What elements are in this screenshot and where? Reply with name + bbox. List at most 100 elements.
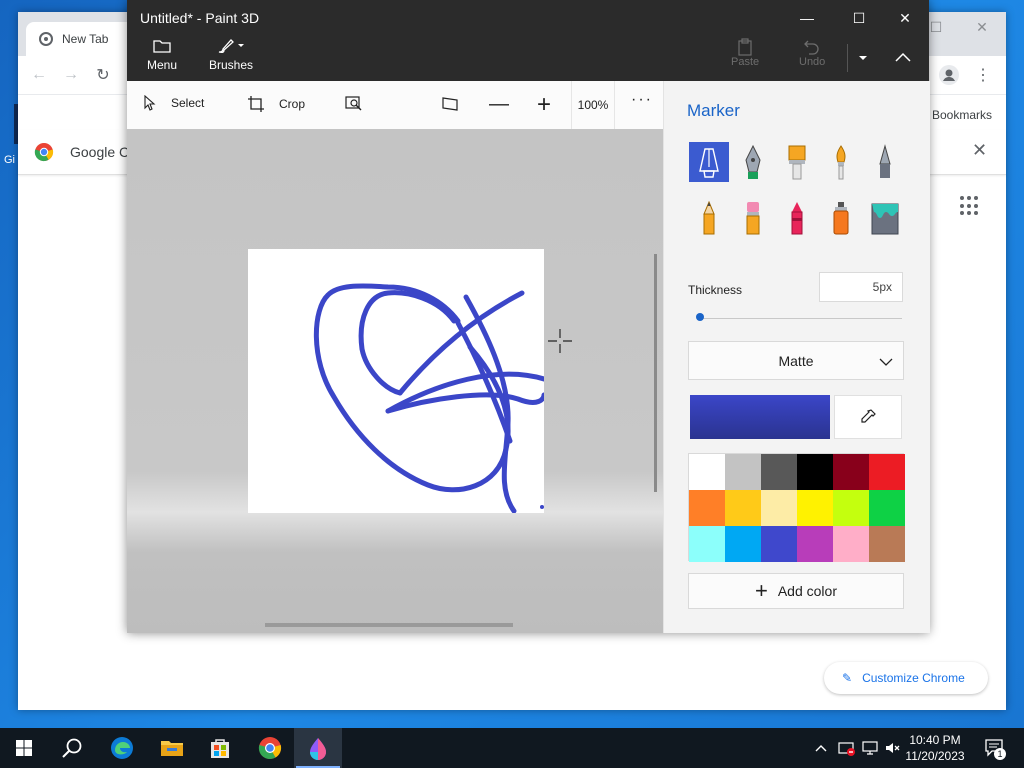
close-icon[interactable]: ✕ (883, 6, 927, 30)
thickness-slider-thumb[interactable] (696, 313, 704, 321)
fill-bucket-button[interactable] (865, 198, 905, 238)
zoom-out-icon[interactable]: — (489, 93, 509, 116)
view-3d-tool[interactable] (441, 95, 473, 113)
taskbar: 10:40 PM 11/20/2023 1 (0, 728, 1024, 768)
zoom-level[interactable]: 100% (571, 81, 615, 129)
brushes-button[interactable]: Brushes (209, 38, 253, 72)
chrome-close-icon[interactable]: ✕ (962, 14, 1002, 40)
thickness-slider-track[interactable] (700, 318, 902, 319)
thickness-label: Thickness (688, 283, 743, 297)
color-swatch[interactable] (797, 526, 833, 562)
crop-icon (248, 96, 264, 112)
customize-chrome-button[interactable]: ✎ Customize Chrome (824, 662, 988, 694)
show-hidden-icons[interactable] (814, 728, 828, 768)
color-swatch[interactable] (689, 454, 725, 490)
marker-strokes (313, 283, 547, 514)
marker-brush-icon (699, 148, 719, 178)
network-icon[interactable] (862, 728, 878, 768)
crop-tool[interactable]: Crop (247, 95, 305, 113)
paint3d-titlebar: Untitled* - Paint 3D — ☐ ✕ Menu Brushes … (127, 0, 929, 81)
finish-dropdown[interactable]: Matte (688, 341, 904, 380)
chrome-tab-favicon-icon (38, 31, 54, 47)
pixel-pen-button[interactable] (865, 142, 905, 182)
clock-date: 11/20/2023 (905, 749, 965, 763)
taskbar-paint3d[interactable] (294, 728, 342, 768)
minimize-icon[interactable]: — (785, 6, 829, 30)
color-swatch[interactable] (869, 454, 905, 490)
chrome-forward-icon[interactable]: → (60, 64, 82, 86)
more-options-icon[interactable]: ··· (631, 91, 653, 109)
oil-brush-button[interactable] (777, 142, 817, 182)
brushes-label: Brushes (209, 58, 254, 72)
menu-label: Menu (147, 58, 178, 72)
color-swatch[interactable] (797, 490, 833, 526)
workspace[interactable] (127, 129, 663, 633)
color-swatch[interactable] (833, 526, 869, 562)
chrome-menu-icon[interactable]: ⋮ (972, 64, 994, 86)
brush-side-panel: Marker Thickness 5px Matte + Add color (663, 81, 930, 633)
color-swatch[interactable] (869, 490, 905, 526)
watercolor-brush-button[interactable] (821, 142, 861, 182)
color-swatch[interactable] (869, 526, 905, 562)
desktop-shortcut-label: Gi (4, 154, 15, 166)
collapse-ribbon-icon[interactable] (893, 50, 913, 68)
search-button[interactable] (48, 728, 96, 768)
undo-button[interactable]: Undo (799, 38, 825, 68)
current-color-swatch[interactable] (690, 395, 830, 439)
vertical-scrollbar[interactable] (654, 254, 657, 492)
notification-center-button[interactable]: 1 (984, 728, 1006, 768)
color-swatch[interactable] (761, 526, 797, 562)
horizontal-scrollbar[interactable] (265, 623, 513, 627)
chrome-reload-icon[interactable]: ↻ (92, 64, 114, 86)
maximize-icon[interactable]: ☐ (837, 6, 881, 30)
chevron-down-icon (879, 354, 893, 370)
eraser-button[interactable] (733, 198, 773, 238)
zoom-in-icon[interactable]: + (537, 91, 551, 119)
crosshair-cursor-icon (546, 327, 574, 360)
history-dropdown-icon[interactable] (855, 50, 871, 68)
thickness-input[interactable]: 5px (819, 272, 903, 302)
taskbar-file-explorer[interactable] (148, 728, 196, 768)
pencil-icon: ✎ (842, 671, 853, 685)
select-tool[interactable]: Select (143, 95, 204, 111)
color-swatch[interactable] (833, 454, 869, 490)
google-apps-icon[interactable] (960, 196, 980, 216)
chrome-profile-icon[interactable] (938, 64, 960, 86)
marker-brush-button[interactable] (689, 142, 729, 182)
taskbar-chrome[interactable] (246, 728, 294, 768)
pencil-button[interactable] (689, 198, 729, 238)
color-swatch[interactable] (725, 490, 761, 526)
taskbar-edge[interactable] (98, 728, 146, 768)
tray-security-icon[interactable] (838, 728, 856, 768)
magic-select-tool[interactable] (345, 95, 377, 111)
eyedropper-button[interactable] (834, 395, 902, 439)
color-swatch[interactable] (689, 526, 725, 562)
chrome-notice-close-icon[interactable]: ✕ (972, 140, 987, 161)
paste-button[interactable]: Paste (731, 38, 759, 68)
all-bookmarks-link[interactable]: Bookmarks (932, 108, 992, 122)
calligraphy-pen-button[interactable] (733, 142, 773, 182)
color-swatch[interactable] (761, 490, 797, 526)
folder-icon (153, 40, 171, 53)
color-swatch[interactable] (725, 526, 761, 562)
drawing-canvas[interactable] (248, 249, 547, 514)
spray-can-button[interactable] (821, 198, 861, 238)
fill-bucket-icon (871, 203, 899, 235)
calligraphy-pen-icon (745, 144, 761, 179)
taskbar-clock[interactable]: 10:40 PM 11/20/2023 (898, 732, 972, 764)
color-swatch[interactable] (797, 454, 833, 490)
color-swatch[interactable] (689, 490, 725, 526)
chrome-back-icon[interactable]: ← (28, 64, 50, 86)
crayon-icon (791, 202, 803, 235)
color-swatch[interactable] (725, 454, 761, 490)
menu-button[interactable]: Menu (147, 38, 177, 72)
add-color-button[interactable]: + Add color (688, 573, 904, 609)
taskbar-store[interactable] (196, 728, 244, 768)
chrome-logo-icon (34, 142, 54, 162)
color-swatch[interactable] (761, 454, 797, 490)
paint3d-window: Untitled* - Paint 3D — ☐ ✕ Menu Brushes … (127, 0, 930, 633)
color-swatch[interactable] (833, 490, 869, 526)
start-button[interactable] (0, 728, 48, 768)
paste-label: Paste (731, 56, 760, 68)
crayon-button[interactable] (777, 198, 817, 238)
